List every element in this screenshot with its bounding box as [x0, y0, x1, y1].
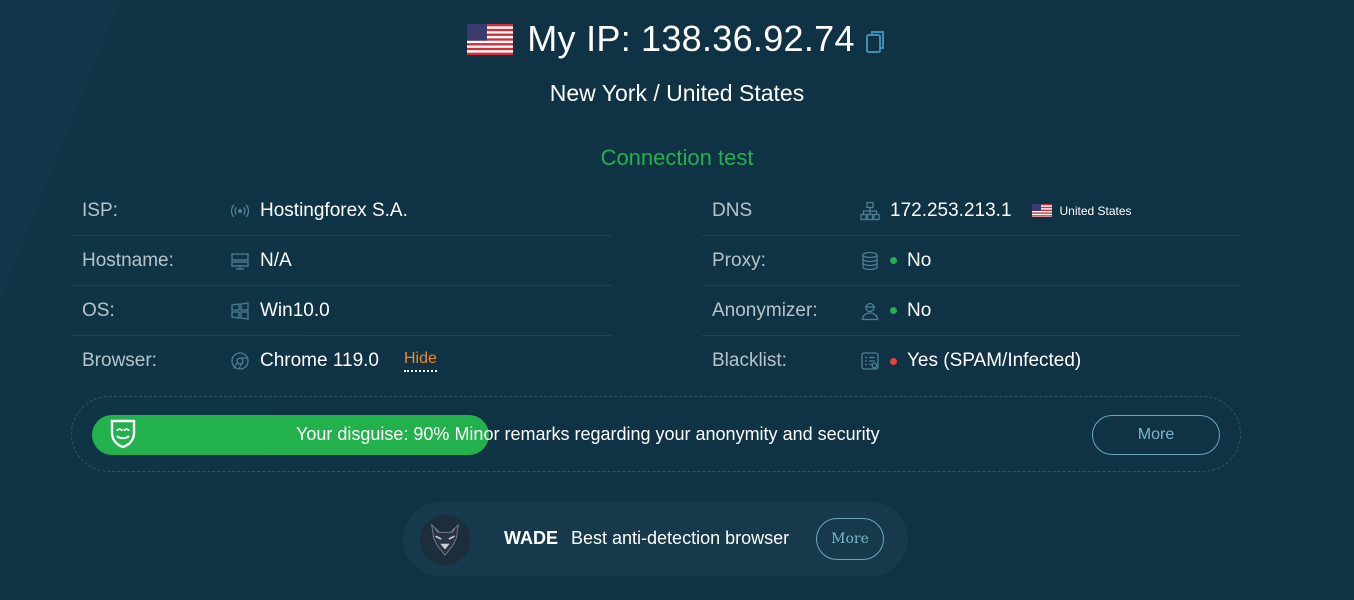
promo-brand: WADE: [504, 528, 558, 548]
anonymizer-row: Anonymizer: No: [702, 286, 1240, 336]
promo-text: Best anti-detection browser: [571, 528, 790, 548]
blacklist-row: Blacklist: Yes (SPAM/Infected): [702, 336, 1240, 386]
hostname-label: Hostname:: [82, 249, 174, 271]
status-dot-red: [890, 357, 897, 365]
proxy-value: No: [907, 249, 932, 271]
database-icon: [860, 251, 890, 271]
connection-info-left: ISP: Hostingforex S.A. Hostname: N/A OS:…: [72, 186, 612, 386]
proxy-row: Proxy: No: [702, 236, 1240, 286]
dns-country: United States: [1059, 203, 1132, 218]
ip-value[interactable]: 138.36.92.74: [641, 18, 855, 59]
dns-row: DNS 172.253.213.1 United States: [702, 186, 1240, 236]
copy-icon[interactable]: [865, 29, 887, 55]
os-row: OS: Win10.0: [72, 286, 612, 336]
hostname-row: Hostname: N/A: [72, 236, 612, 286]
browser-row: Browser: Chrome 119.0 Hide: [72, 336, 612, 386]
broadcast-icon: [230, 201, 260, 221]
connection-info-right: DNS 172.253.213.1 United States Proxy: N…: [702, 186, 1240, 386]
blacklist-value: Yes (SPAM/Infected): [907, 350, 1082, 371]
ip-title: My IP: 138.36.92.74: [527, 18, 855, 60]
connection-test-title: Connection test: [600, 145, 754, 170]
disguise-text: Your disguise: 90% Minor remarks regardi…: [296, 424, 880, 444]
anonymizer-label: Anonymizer:: [712, 299, 818, 321]
dns-value: 172.253.213.1: [890, 199, 1012, 221]
dns-label: DNS: [712, 199, 753, 221]
us-flag-small-icon: [1031, 204, 1052, 217]
wolf-logo-icon: [420, 515, 470, 565]
windows-icon: [230, 301, 260, 321]
us-flag-icon: [467, 23, 514, 55]
disguise-panel: Your disguise: 90% Minor remarks regardi…: [71, 396, 1241, 472]
hide-link[interactable]: Hide: [404, 350, 437, 372]
blacklist-label: Blacklist:: [712, 350, 787, 371]
proxy-label: Proxy:: [712, 249, 766, 271]
mask-icon: [110, 419, 136, 449]
ip-header: My IP: 138.36.92.74: [0, 18, 1354, 60]
browser-value: Chrome 119.0: [260, 350, 379, 371]
status-dot-green: [890, 307, 897, 314]
user-icon: [860, 301, 890, 321]
os-value: Win10.0: [260, 299, 330, 321]
browser-label: Browser:: [82, 350, 157, 371]
server-icon: [230, 251, 260, 271]
location-text: New York / United States: [549, 80, 805, 106]
status-dot-green: [890, 257, 897, 264]
hostname-value: N/A: [260, 249, 292, 271]
isp-label: ISP:: [82, 199, 118, 221]
ip-label: My IP:: [527, 18, 631, 59]
chrome-icon: [230, 351, 260, 371]
disguise-more-button[interactable]: More: [1092, 415, 1220, 455]
isp-row: ISP: Hostingforex S.A.: [72, 186, 612, 236]
anonymizer-value: No: [907, 299, 932, 321]
isp-value: Hostingforex S.A.: [260, 199, 408, 221]
list-icon: [860, 351, 890, 371]
promo-more-button[interactable]: More: [816, 518, 884, 560]
os-label: OS:: [82, 299, 115, 321]
promo-banner[interactable]: WADE Best anti-detection browser More: [403, 502, 908, 576]
network-icon: [860, 201, 890, 221]
